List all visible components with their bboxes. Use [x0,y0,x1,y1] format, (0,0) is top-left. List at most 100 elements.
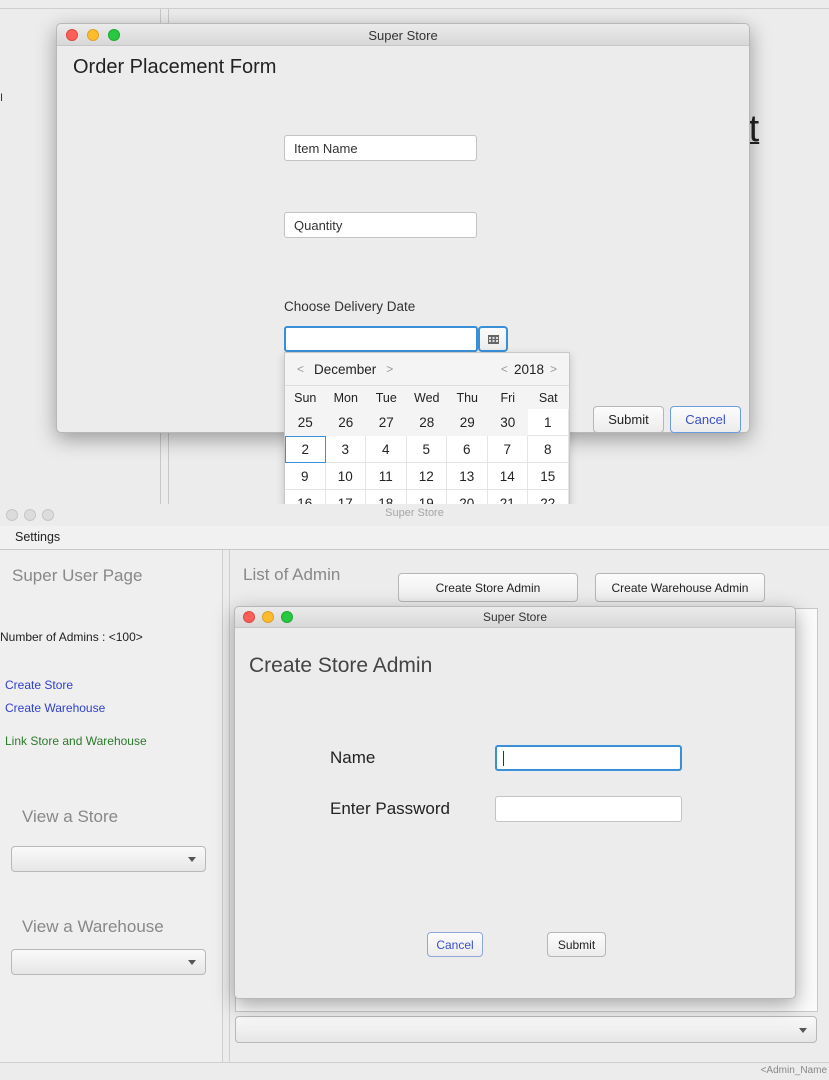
cancel-button[interactable]: Cancel [670,406,741,433]
sidebar: Super User Page Number of Admins : <100>… [0,550,223,1065]
item-name-field[interactable]: Item Name [284,135,477,161]
calendar-year: 2018 [513,361,544,377]
calendar-day[interactable]: 3 [325,436,366,463]
dialog-heading: Create Store Admin [249,654,433,677]
calendar-weekday-row: Sun Mon Tue Wed Thu Fri Sat [285,387,569,409]
calendar-day[interactable]: 15 [528,463,569,490]
password-input[interactable] [495,796,682,822]
pane-divider [229,550,230,1065]
submit-button[interactable]: Submit [547,932,606,957]
calendar-day[interactable]: 22 [528,490,569,504]
next-month-button[interactable]: > [380,362,399,376]
calendar-week-row: 16 17 18 19 20 21 22 [285,490,569,504]
menu-bar: Settings [0,526,829,550]
dialog-title: Super Store [482,610,548,624]
page-title: Order Placement Form [73,56,277,78]
weekday-label: Sun [294,391,317,405]
create-store-admin-button[interactable]: Create Store Admin [398,573,578,602]
calendar-day[interactable]: 18 [366,490,407,504]
calendar-day[interactable]: 21 [487,490,528,504]
weekday-label: Tue [375,391,397,405]
calendar-month: December [314,361,377,377]
create-store-link[interactable]: Create Store [5,678,73,692]
calendar-week-row: 2 3 4 5 6 7 8 [285,436,569,463]
calendar-day[interactable]: 6 [447,436,488,463]
calendar-day[interactable]: 17 [325,490,366,504]
calendar-week-row: 25 26 27 28 29 30 1 [285,409,569,436]
weekday-label: Mon [333,391,358,405]
quantity-field[interactable]: Quantity [284,212,477,238]
calendar-day[interactable]: 12 [406,463,447,490]
status-bar: <Admin_Name [0,1062,829,1080]
prev-month-button[interactable]: < [291,362,310,376]
admins-count: Number of Admins : <100> [0,630,143,644]
calendar-day-today[interactable]: 2 [285,436,326,463]
admin-select[interactable] [235,1016,817,1043]
calendar-day[interactable]: 29 [447,409,488,436]
calendar-day[interactable]: 4 [366,436,407,463]
submit-button[interactable]: Submit [593,406,664,433]
sidebar-title: Super User Page [12,566,143,585]
calendar-picker-button[interactable] [478,326,508,352]
calendar-grid: Sun Mon Tue Wed Thu Fri Sat 25 26 27 28 … [285,387,569,504]
list-title: List of Admin [243,565,341,584]
calendar-icon [487,334,499,344]
window-title: Super Store [368,28,438,43]
delivery-date-label: Choose Delivery Date [284,299,416,314]
calendar-header: < December > < 2018 > [285,353,569,386]
calendar-week-row: 9 10 11 12 13 14 15 [285,463,569,490]
calendar-day[interactable]: 20 [447,490,488,504]
date-picker-popup: < December > < 2018 > Sun Mon Tue Wed Th… [284,352,570,504]
item-name-placeholder: Item Name [294,140,358,156]
calendar-day[interactable]: 26 [326,409,367,436]
calendar-day[interactable]: 25 [285,409,326,436]
background-text: I [0,92,4,104]
calendar-day[interactable]: 27 [366,409,407,436]
create-warehouse-admin-button[interactable]: Create Warehouse Admin [595,573,765,602]
weekday-label: Wed [414,391,440,405]
background-divider [0,8,829,9]
calendar-day[interactable]: 5 [406,436,447,463]
order-screen: I rt Super Store Order Placement Form It… [0,0,829,504]
dialog-titlebar: Super Store [235,607,795,628]
calendar-day[interactable]: 30 [488,409,529,436]
weekday-label: Thu [456,391,479,405]
main-window-titlebar: Super Store [0,504,829,526]
calendar-day[interactable]: 13 [447,463,488,490]
calendar-day[interactable]: 28 [407,409,448,436]
view-store-label: View a Store [22,807,119,826]
calendar-day[interactable]: 9 [285,463,326,490]
calendar-day[interactable]: 7 [487,436,528,463]
calendar-day[interactable]: 10 [325,463,366,490]
chevron-down-icon [188,857,196,862]
weekday-label: Sat [538,391,558,405]
chevron-down-icon [188,960,196,965]
name-input[interactable] [495,745,682,771]
calendar-day[interactable]: 1 [528,409,569,436]
password-label: Enter Password [330,799,450,818]
order-window-titlebar: Super Store [57,24,749,46]
text-cursor [503,750,504,766]
admin-name-status: <Admin_Name [760,1065,827,1076]
menu-settings[interactable]: Settings [15,530,60,544]
name-label: Name [330,748,376,767]
calendar-day[interactable]: 16 [285,490,326,504]
super-user-screen: Super Store Settings Super User Page Num… [0,504,829,1080]
link-store-warehouse-link[interactable]: Link Store and Warehouse [5,734,147,748]
calendar-day[interactable]: 19 [406,490,447,504]
chevron-down-icon [799,1027,807,1033]
window-title: Super Store [385,507,444,519]
calendar-day[interactable]: 8 [528,436,569,463]
view-warehouse-select[interactable] [11,949,206,975]
delivery-date-input[interactable] [284,326,478,352]
create-store-admin-dialog: Super Store Create Store Admin Name Ente… [234,606,796,999]
prev-year-button[interactable]: < [495,362,514,376]
view-store-select[interactable] [11,846,206,872]
next-year-button[interactable]: > [544,362,563,376]
view-warehouse-label: View a Warehouse [22,917,164,936]
cancel-button[interactable]: Cancel [427,932,483,957]
weekday-label: Fri [500,391,516,405]
calendar-day[interactable]: 14 [487,463,528,490]
create-warehouse-link[interactable]: Create Warehouse [5,701,105,715]
calendar-day[interactable]: 11 [366,463,407,490]
